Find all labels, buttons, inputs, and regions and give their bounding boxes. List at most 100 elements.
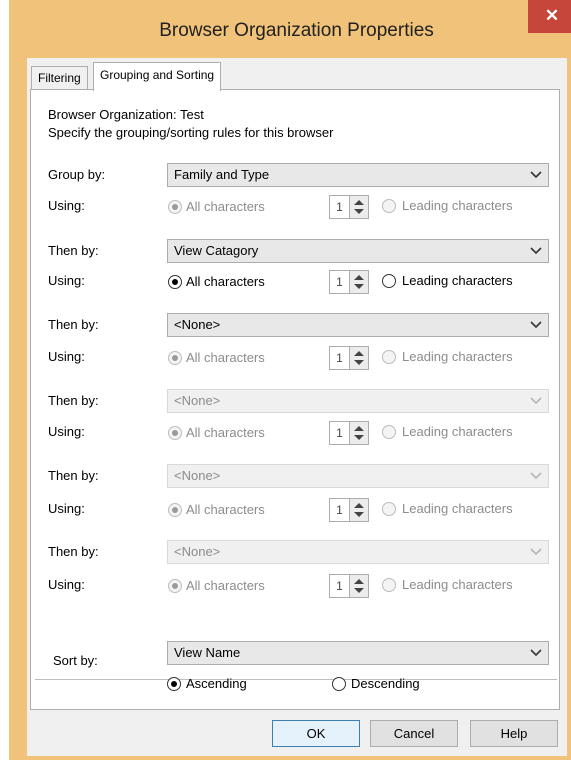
sort-by-value: View Name: [174, 645, 241, 660]
then-by-2-leading-characters-radio[interactable]: [382, 350, 396, 364]
then-by-4-count-input[interactable]: 1: [329, 498, 349, 522]
then-by-1-leading-characters-radio[interactable]: [382, 274, 396, 288]
dialog-title: Browser Organization Properties: [159, 20, 434, 41]
spin-down-icon: [354, 588, 364, 593]
close-button[interactable]: ✕: [528, 0, 571, 33]
then-by-4-leading-characters-radio[interactable]: [382, 502, 396, 516]
then-by-3-leading-characters-radio[interactable]: [382, 425, 396, 439]
group-by-label: Group by:: [48, 167, 106, 182]
group-by-count-input[interactable]: 1: [329, 195, 349, 219]
chevron-down-icon: [530, 397, 542, 405]
group-by-value: Family and Type: [174, 167, 270, 182]
then-by-4-value: <None>: [174, 468, 221, 483]
then-by-2-dropdown[interactable]: <None>: [167, 313, 549, 337]
then-by-3-count-input[interactable]: 1: [329, 421, 349, 445]
ok-button[interactable]: OK: [272, 720, 360, 747]
then-by-3-using-label: Using:: [48, 424, 85, 439]
chevron-down-icon: [530, 247, 542, 255]
tab-filtering[interactable]: Filtering: [31, 66, 88, 89]
spin-down-icon: [354, 284, 364, 289]
help-button[interactable]: Help: [470, 720, 558, 747]
chevron-down-icon: [530, 649, 542, 657]
organization-name: Browser Organization: Test: [48, 107, 204, 122]
group-by-count-stepper[interactable]: [349, 195, 369, 219]
then-by-4-leading-characters-label: Leading characters: [402, 501, 513, 516]
grouping-sorting-panel: Browser Organization: Test Specify the g…: [30, 89, 560, 710]
tab-grouping-and-sorting[interactable]: Grouping and Sorting: [93, 62, 222, 91]
ascending-radio[interactable]: [167, 677, 181, 691]
chevron-down-icon: [530, 171, 542, 179]
then-by-1-count-stepper[interactable]: [349, 270, 369, 294]
dialog-window: Browser Organization Properties ✕ Filter…: [9, 0, 571, 760]
then-by-1-all-characters-radio[interactable]: [168, 275, 182, 289]
then-by-3-value: <None>: [174, 393, 221, 408]
then-by-5-all-characters-radio[interactable]: [168, 579, 182, 593]
then-by-5-dropdown[interactable]: <None>: [167, 540, 549, 564]
then-by-1-count-input[interactable]: 1: [329, 270, 349, 294]
spin-down-icon: [354, 435, 364, 440]
then-by-4-dropdown[interactable]: <None>: [167, 464, 549, 488]
then-by-2-label: Then by:: [48, 317, 99, 332]
then-by-1-value: View Catagory: [174, 243, 259, 258]
then-by-3-count-stepper[interactable]: [349, 421, 369, 445]
then-by-4-label: Then by:: [48, 468, 99, 483]
then-by-4-using-label: Using:: [48, 501, 85, 516]
then-by-5-label: Then by:: [48, 544, 99, 559]
then-by-1-using-label: Using:: [48, 273, 85, 288]
sort-by-label: Sort by:: [53, 653, 98, 668]
group-by-leading-characters-label: Leading characters: [402, 198, 513, 213]
then-by-2-value: <None>: [174, 317, 221, 332]
then-by-3-dropdown[interactable]: <None>: [167, 389, 549, 413]
then-by-2-count-input[interactable]: 1: [329, 346, 349, 370]
then-by-4-all-characters-label: All characters: [186, 502, 265, 517]
group-by-using-label: Using:: [48, 198, 85, 213]
separator: [35, 679, 557, 680]
spin-up-icon: [354, 579, 364, 584]
then-by-1-dropdown[interactable]: View Catagory: [167, 239, 549, 263]
then-by-5-all-characters-label: All characters: [186, 578, 265, 593]
descending-label: Descending: [351, 676, 420, 691]
then-by-1-all-characters-label: All characters: [186, 274, 265, 289]
spin-down-icon: [354, 360, 364, 365]
group-by-all-characters-label: All characters: [186, 199, 265, 214]
sort-by-dropdown[interactable]: View Name: [167, 641, 549, 665]
then-by-4-count-stepper[interactable]: [349, 498, 369, 522]
spin-up-icon: [354, 275, 364, 280]
then-by-5-leading-characters-radio[interactable]: [382, 578, 396, 592]
then-by-5-leading-characters-label: Leading characters: [402, 577, 513, 592]
then-by-2-all-characters-radio[interactable]: [168, 351, 182, 365]
panel-description: Specify the grouping/sorting rules for t…: [48, 125, 334, 140]
then-by-3-all-characters-radio[interactable]: [168, 426, 182, 440]
spin-up-icon: [354, 503, 364, 508]
then-by-5-value: <None>: [174, 544, 221, 559]
then-by-3-leading-characters-label: Leading characters: [402, 424, 513, 439]
descending-radio[interactable]: [332, 677, 346, 691]
close-icon: ✕: [544, 6, 560, 25]
spin-up-icon: [354, 351, 364, 356]
then-by-2-using-label: Using:: [48, 349, 85, 364]
cancel-button[interactable]: Cancel: [370, 720, 458, 747]
then-by-2-all-characters-label: All characters: [186, 350, 265, 365]
then-by-1-leading-characters-label: Leading characters: [402, 273, 513, 288]
chevron-down-icon: [530, 548, 542, 556]
ascending-label: Ascending: [186, 676, 247, 691]
group-by-dropdown[interactable]: Family and Type: [167, 163, 549, 187]
then-by-5-count-input[interactable]: 1: [329, 574, 349, 598]
title-bar[interactable]: Browser Organization Properties: [9, 0, 571, 55]
then-by-5-count-stepper[interactable]: [349, 574, 369, 598]
then-by-4-all-characters-radio[interactable]: [168, 503, 182, 517]
chevron-down-icon: [530, 472, 542, 480]
chevron-down-icon: [530, 321, 542, 329]
spin-up-icon: [354, 200, 364, 205]
spin-up-icon: [354, 426, 364, 431]
group-by-all-characters-radio[interactable]: [168, 200, 182, 214]
dialog-body: Filtering Grouping and Sorting Browser O…: [27, 58, 567, 756]
then-by-3-all-characters-label: All characters: [186, 425, 265, 440]
then-by-1-label: Then by:: [48, 243, 99, 258]
spin-down-icon: [354, 512, 364, 517]
spin-down-icon: [354, 209, 364, 214]
group-by-leading-characters-radio[interactable]: [382, 199, 396, 213]
then-by-5-using-label: Using:: [48, 577, 85, 592]
then-by-2-count-stepper[interactable]: [349, 346, 369, 370]
then-by-3-label: Then by:: [48, 393, 99, 408]
